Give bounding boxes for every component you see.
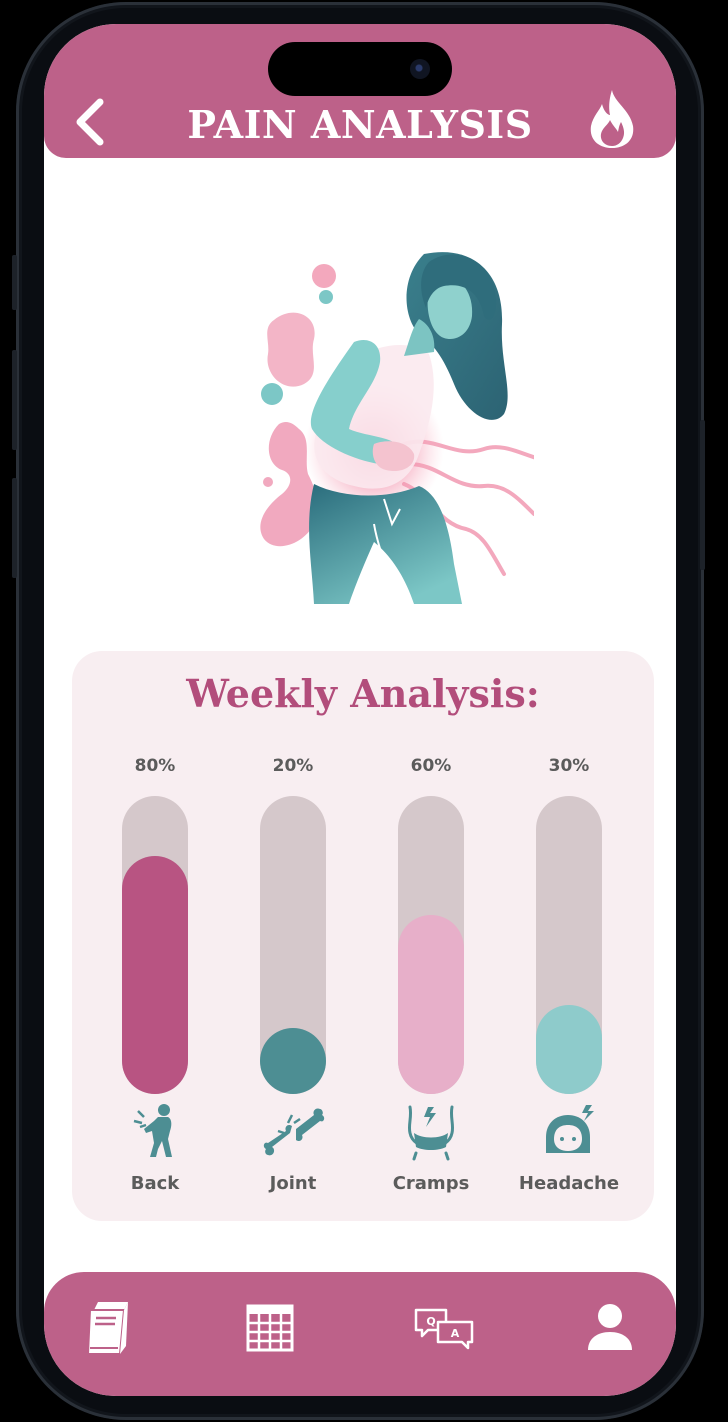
calendar-grid-icon (246, 1304, 294, 1352)
woman-cramps-illustration (260, 252, 534, 604)
side-button (12, 478, 17, 578)
percent-label: 80% (134, 756, 176, 776)
flame-icon (590, 90, 634, 148)
category-label: Cramps (392, 1173, 470, 1194)
progress-fill (122, 855, 188, 1094)
percent-label: 60% (410, 756, 452, 776)
percent-label: 20% (272, 756, 314, 776)
analysis-item-headache[interactable]: 30% Headache (514, 651, 624, 1221)
nav-calendar-button[interactable] (238, 1296, 302, 1360)
qa-chat-icon: Q A (414, 1308, 474, 1350)
category-label: Joint (269, 1173, 317, 1194)
app-screen: PAIN ANALYSIS Weekly Analysis: 80% Back … (44, 24, 676, 1396)
progress-track (260, 796, 326, 1094)
progress-fill (260, 1028, 326, 1094)
progress-track (122, 796, 188, 1094)
nav-journal-button[interactable] (80, 1296, 144, 1360)
analysis-item-joint[interactable]: 20% Joint (238, 651, 348, 1221)
streak-button[interactable] (586, 88, 638, 150)
analysis-item-back[interactable]: 80% Back (100, 651, 210, 1221)
progress-fill (536, 1004, 602, 1094)
category-label: Headache (518, 1173, 620, 1194)
svg-text:Q: Q (426, 1315, 435, 1328)
journal-book-icon (86, 1302, 128, 1355)
side-button (12, 350, 17, 450)
profile-icon (588, 1304, 632, 1350)
nav-profile-button[interactable] (578, 1296, 642, 1360)
bottom-navigation: Q A (44, 1272, 676, 1396)
progress-track (398, 796, 464, 1094)
bone-joint-icon (263, 1108, 325, 1156)
analysis-item-cramps[interactable]: 60% Cramps (376, 651, 486, 1221)
progress-track (536, 796, 602, 1094)
category-label: Back (130, 1173, 180, 1194)
side-button (700, 420, 705, 570)
progress-fill (398, 915, 464, 1094)
page-title: PAIN ANALYSIS (187, 102, 533, 147)
nav-qa-button[interactable]: Q A (412, 1296, 476, 1360)
camera-lens (410, 59, 430, 79)
weekly-analysis-card: Weekly Analysis: 80% Back 20% Joint 60% … (72, 651, 654, 1221)
headache-face-icon (546, 1105, 594, 1153)
side-button (12, 255, 17, 310)
svg-text:A: A (451, 1327, 460, 1340)
abdominal-cramps-icon (407, 1105, 455, 1161)
back-pain-icon (133, 1104, 172, 1157)
percent-label: 30% (548, 756, 590, 776)
dynamic-island (268, 42, 452, 96)
